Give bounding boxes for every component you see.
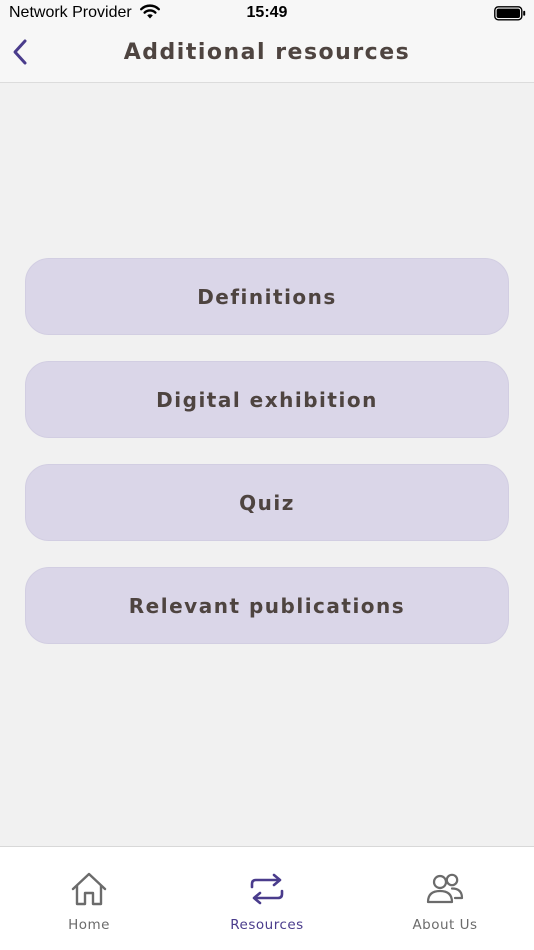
resources-menu: Definitions Digital exhibition Quiz Rele… — [25, 258, 509, 670]
battery-icon — [494, 6, 526, 25]
digital-exhibition-button[interactable]: Digital exhibition — [25, 361, 509, 438]
relevant-publications-button[interactable]: Relevant publications — [25, 567, 509, 644]
tab-about-us[interactable]: About Us — [356, 847, 534, 950]
tab-about-us-label: About Us — [412, 917, 478, 933]
status-time: 15:49 — [246, 4, 288, 21]
status-bar: Network Provider 15:49 — [0, 0, 534, 28]
tab-resources-label: Resources — [230, 917, 304, 933]
quiz-button[interactable]: Quiz — [25, 464, 509, 541]
nav-header: Additional resources — [0, 28, 534, 83]
tab-resources[interactable]: Resources — [178, 847, 356, 950]
app-screen: Network Provider 15:49 Additional resour… — [0, 0, 534, 950]
home-icon — [69, 869, 109, 909]
definitions-button[interactable]: Definitions — [25, 258, 509, 335]
repeat-arrows-icon — [247, 869, 287, 909]
page-title: Additional resources — [123, 40, 411, 65]
tab-home[interactable]: Home — [0, 847, 178, 950]
users-icon — [425, 869, 465, 909]
tab-bar: Home Resources About Us — [0, 846, 534, 950]
tab-home-label: Home — [68, 917, 110, 933]
